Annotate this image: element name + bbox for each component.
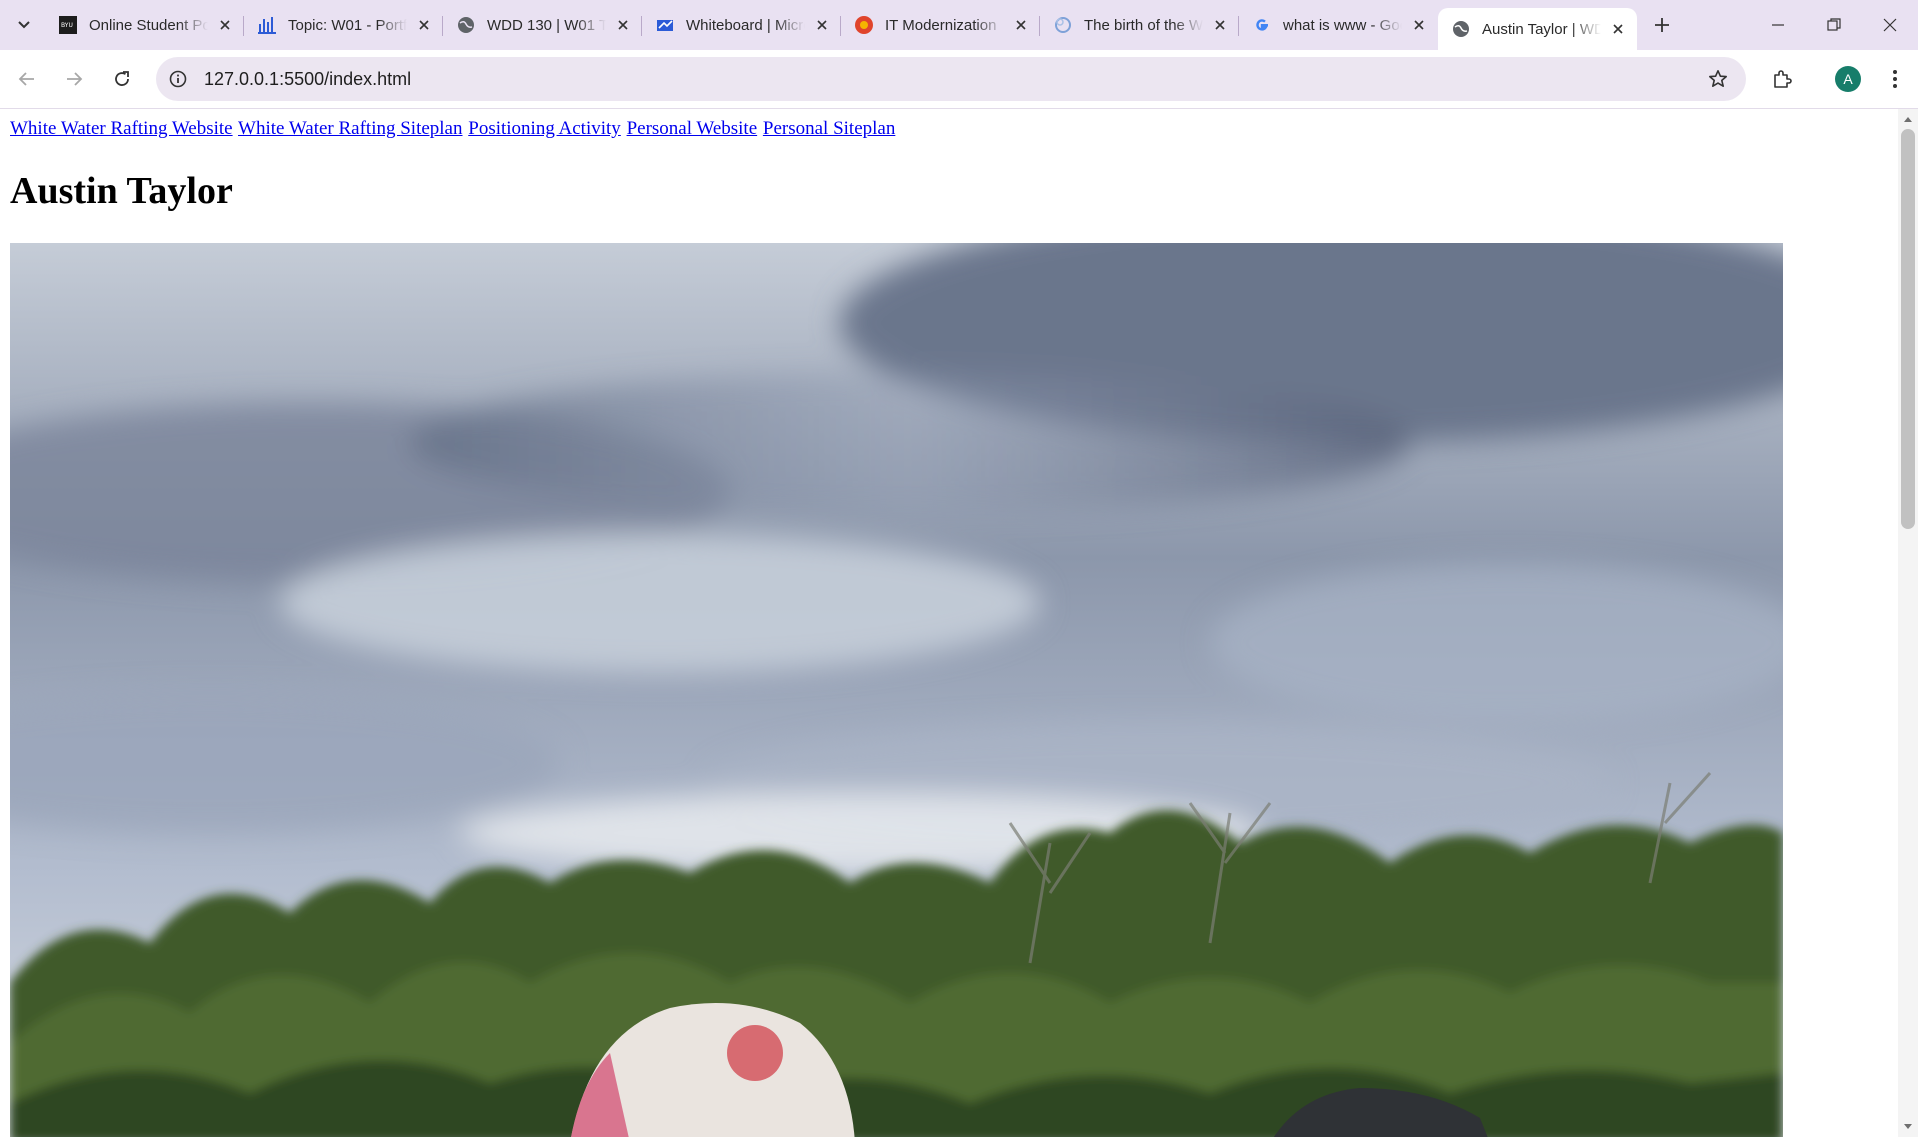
restore-button[interactable] (1806, 0, 1862, 50)
nav-link-rafting-website[interactable]: White Water Rafting Website (10, 118, 233, 139)
restore-icon (1827, 18, 1841, 31)
address-text[interactable]: 127.0.0.1:5500/index.html (204, 69, 411, 90)
back-button[interactable] (9, 61, 45, 97)
cern-icon (1054, 16, 1072, 34)
browser-tab[interactable]: what is www - Google Search (1239, 0, 1438, 50)
menu-button[interactable] (1877, 61, 1913, 97)
tab-title: WDD 130 | W01 Team Activity (487, 16, 606, 34)
scroll-thumb[interactable] (1901, 129, 1915, 529)
whiteboard-icon (656, 16, 674, 34)
arrow-right-icon (67, 72, 83, 86)
profile-photo (10, 243, 1783, 1137)
minimize-button[interactable] (1750, 0, 1806, 50)
it-modernization-icon (855, 16, 873, 34)
tab-title: IT Modernization (885, 16, 997, 34)
close-window-button[interactable] (1862, 0, 1918, 50)
minimize-icon (1772, 24, 1784, 26)
address-bar[interactable]: 127.0.0.1:5500/index.html (156, 57, 1746, 101)
browser-toolbar: 127.0.0.1:5500/index.html A (0, 50, 1918, 109)
close-icon[interactable] (1609, 20, 1627, 38)
browser-tab-active[interactable]: Austin Taylor | WDD 130 (1438, 8, 1637, 50)
tab-title: Austin Taylor | WDD 130 (1482, 20, 1601, 38)
forward-button[interactable] (56, 61, 92, 97)
browser-tab[interactable]: Topic: W01 - Portfolio (244, 0, 443, 50)
close-icon[interactable] (1012, 16, 1030, 34)
arrow-left-icon (18, 72, 34, 86)
close-icon[interactable] (1410, 16, 1428, 34)
close-icon[interactable] (614, 16, 632, 34)
close-icon[interactable] (216, 16, 234, 34)
browser-tab[interactable]: BYU Online Student Portal (45, 0, 244, 50)
nav-link-rafting-siteplan[interactable]: White Water Rafting Siteplan (238, 118, 462, 139)
browser-tab[interactable]: WDD 130 | W01 Team Activity (443, 0, 642, 50)
scroll-up-arrow-icon[interactable] (1902, 113, 1914, 125)
extensions-button[interactable] (1764, 61, 1800, 97)
plus-icon (1655, 18, 1669, 32)
google-icon (1253, 16, 1271, 34)
tab-title: Online Student Portal (89, 16, 208, 34)
tab-title: Whiteboard | Microsoft (686, 16, 805, 34)
close-icon[interactable] (1211, 16, 1229, 34)
tab-title: The birth of the Web (1084, 16, 1203, 34)
tab-title: what is www - Google Search (1283, 16, 1402, 34)
browser-tab[interactable]: IT Modernization (841, 0, 1040, 50)
new-tab-button[interactable] (1643, 6, 1681, 44)
page-scrollbar[interactable] (1898, 109, 1918, 1137)
close-icon[interactable] (415, 16, 433, 34)
reload-icon (115, 71, 129, 86)
tab-strip: BYU Online Student Portal Topic: W01 - P… (0, 0, 1918, 50)
browser-tab[interactable]: Whiteboard | Microsoft (642, 0, 841, 50)
canvas-chart-icon (258, 16, 276, 34)
globe-icon (1452, 20, 1470, 38)
site-info-icon[interactable] (160, 61, 196, 97)
profile-avatar[interactable]: A (1835, 66, 1861, 92)
reload-button[interactable] (104, 61, 140, 97)
site-nav: White Water Rafting Website White Water … (10, 118, 896, 140)
puzzle-icon (1774, 70, 1792, 88)
browser-tab[interactable]: The birth of the Web (1040, 0, 1239, 50)
byu-icon: BYU (59, 16, 77, 34)
scroll-down-arrow-icon[interactable] (1902, 1121, 1914, 1133)
svg-text:BYU: BYU (61, 22, 73, 29)
bookmark-star-icon[interactable] (1704, 65, 1732, 93)
tab-title: Topic: W01 - Portfolio (288, 16, 407, 34)
more-vert-icon (1893, 70, 1897, 88)
tab-search-button[interactable] (9, 10, 39, 40)
globe-icon (457, 16, 475, 34)
chevron-down-icon (18, 21, 30, 29)
close-icon (1883, 18, 1897, 32)
nav-link-personal-siteplan[interactable]: Personal Siteplan (763, 118, 895, 139)
page-title: Austin Taylor (10, 170, 233, 212)
nav-link-personal-website[interactable]: Personal Website (627, 118, 758, 139)
close-icon[interactable] (813, 16, 831, 34)
page-viewport: White Water Rafting Website White Water … (0, 109, 1898, 1137)
nav-link-positioning-activity[interactable]: Positioning Activity (468, 118, 621, 139)
